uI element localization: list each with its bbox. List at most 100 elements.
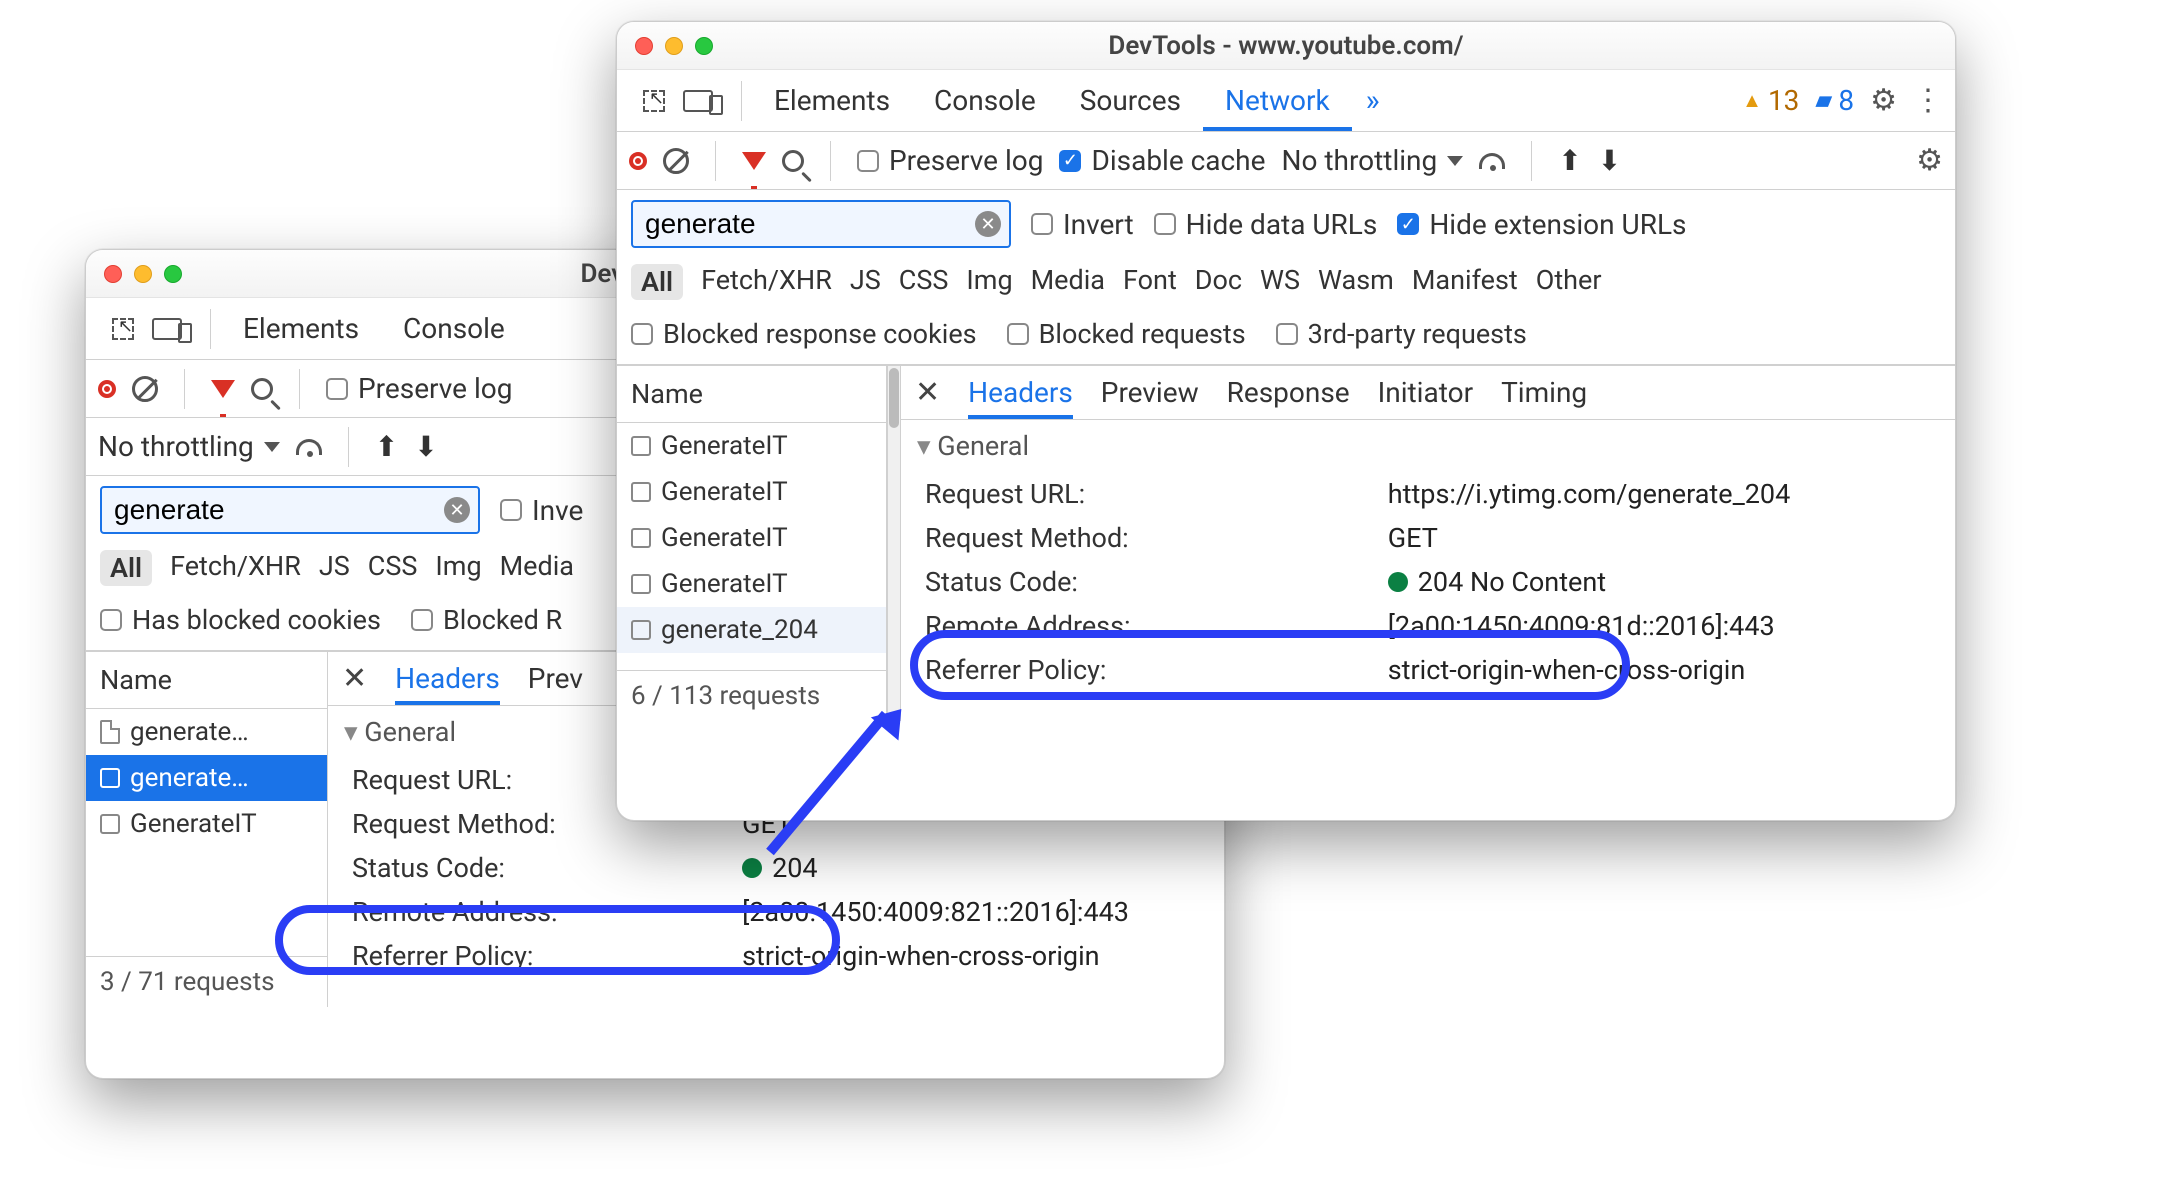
hide-data-urls-checkbox[interactable]: Hide data URLs bbox=[1154, 208, 1378, 241]
tab-timing[interactable]: Timing bbox=[1501, 376, 1587, 409]
chip-img[interactable]: Img bbox=[435, 550, 481, 586]
minimize-window-icon[interactable] bbox=[134, 265, 152, 283]
tab-initiator[interactable]: Initiator bbox=[1378, 376, 1473, 409]
settings-gear-icon[interactable]: ⚙ bbox=[1870, 83, 1897, 118]
search-icon[interactable] bbox=[251, 378, 273, 400]
close-window-icon[interactable] bbox=[104, 265, 122, 283]
warnings-badge[interactable]: 13 bbox=[1742, 84, 1799, 117]
throttling-select[interactable]: No throttling bbox=[1281, 144, 1463, 177]
chip-fetchxhr[interactable]: Fetch/XHR bbox=[701, 264, 832, 300]
titlebar[interactable]: DevTools - www.youtube.com/ bbox=[617, 22, 1955, 70]
blocked-response-cookies-checkbox[interactable]: Blocked response cookies bbox=[631, 318, 977, 350]
close-detail-icon[interactable]: ✕ bbox=[342, 661, 367, 696]
chip-media[interactable]: Media bbox=[1031, 264, 1105, 300]
chip-wasm[interactable]: Wasm bbox=[1318, 264, 1394, 300]
filter-icon[interactable] bbox=[742, 152, 766, 170]
traffic-lights[interactable] bbox=[617, 37, 713, 55]
clear-filter-icon[interactable]: ✕ bbox=[975, 211, 1001, 237]
element-picker-icon[interactable] bbox=[112, 318, 134, 340]
zoom-window-icon[interactable] bbox=[695, 37, 713, 55]
request-row[interactable]: GenerateIT bbox=[86, 801, 327, 847]
filter-input[interactable] bbox=[631, 200, 1011, 248]
tab-elements[interactable]: Elements bbox=[221, 298, 381, 359]
blocked-requests-checkbox[interactable]: Blocked requests bbox=[1007, 318, 1246, 350]
traffic-lights[interactable] bbox=[86, 265, 182, 283]
network-conditions-icon[interactable] bbox=[1479, 153, 1505, 169]
blocked-requests-checkbox[interactable]: Blocked R bbox=[411, 604, 562, 636]
throttling-select[interactable]: No throttling bbox=[98, 430, 280, 463]
tab-overflow[interactable]: » bbox=[1352, 70, 1394, 131]
zoom-window-icon[interactable] bbox=[164, 265, 182, 283]
tab-console[interactable]: Console bbox=[381, 298, 527, 359]
chip-all[interactable]: All bbox=[631, 264, 683, 300]
messages-badge[interactable]: 8 bbox=[1815, 84, 1854, 117]
network-settings-gear-icon[interactable]: ⚙ bbox=[1916, 143, 1943, 178]
list-header-name[interactable]: Name bbox=[617, 366, 886, 423]
chip-js[interactable]: JS bbox=[850, 264, 881, 300]
chip-ws[interactable]: WS bbox=[1260, 264, 1300, 300]
minimize-window-icon[interactable] bbox=[665, 37, 683, 55]
chip-fetchxhr[interactable]: Fetch/XHR bbox=[170, 550, 301, 586]
chip-js[interactable]: JS bbox=[319, 550, 350, 586]
more-menu-icon[interactable]: ⋮ bbox=[1913, 83, 1939, 118]
tab-preview[interactable]: Prev bbox=[528, 662, 583, 695]
tab-headers[interactable]: Headers bbox=[968, 366, 1073, 419]
record-icon[interactable] bbox=[98, 380, 116, 398]
invert-checkbox[interactable]: Invert bbox=[1031, 208, 1134, 241]
general-section-header[interactable]: General bbox=[901, 420, 1955, 472]
tab-response[interactable]: Response bbox=[1227, 376, 1350, 409]
disable-cache-checkbox[interactable]: Disable cache bbox=[1059, 144, 1265, 177]
request-row[interactable]: GenerateIT bbox=[617, 423, 886, 469]
request-row[interactable]: GenerateIT bbox=[617, 561, 886, 607]
chip-all[interactable]: All bbox=[100, 550, 152, 586]
request-row[interactable]: generate… bbox=[86, 755, 327, 801]
close-window-icon[interactable] bbox=[635, 37, 653, 55]
close-detail-icon[interactable]: ✕ bbox=[915, 375, 940, 410]
clear-filter-icon[interactable]: ✕ bbox=[444, 497, 470, 523]
tab-console[interactable]: Console bbox=[912, 70, 1058, 131]
chip-img[interactable]: Img bbox=[966, 264, 1012, 300]
clear-icon[interactable] bbox=[132, 376, 158, 402]
clear-icon[interactable] bbox=[663, 148, 689, 174]
network-conditions-icon[interactable] bbox=[296, 439, 322, 455]
record-icon[interactable] bbox=[629, 152, 647, 170]
chip-manifest[interactable]: Manifest bbox=[1412, 264, 1518, 300]
chip-media[interactable]: Media bbox=[500, 550, 574, 586]
upload-har-icon[interactable]: ⬆ bbox=[1558, 144, 1581, 177]
filter-input[interactable] bbox=[100, 486, 480, 534]
request-row[interactable]: GenerateIT bbox=[617, 515, 886, 561]
request-list[interactable]: Name generate… generate… GenerateIT 3 / … bbox=[86, 652, 328, 1007]
filter-icon[interactable] bbox=[211, 380, 235, 398]
third-party-requests-checkbox[interactable]: 3rd-party requests bbox=[1276, 318, 1527, 350]
request-list[interactable]: Name GenerateIT GenerateIT GenerateIT Ge… bbox=[617, 366, 887, 721]
chip-other[interactable]: Other bbox=[1536, 264, 1602, 300]
upload-har-icon[interactable]: ⬆ bbox=[375, 430, 398, 463]
preserve-log-checkbox[interactable]: Preserve log bbox=[326, 372, 512, 405]
request-row[interactable]: GenerateIT bbox=[617, 469, 886, 515]
tab-sources[interactable]: Sources bbox=[1058, 70, 1203, 131]
chip-css[interactable]: CSS bbox=[368, 550, 418, 586]
chip-css[interactable]: CSS bbox=[899, 264, 949, 300]
scrollbar-thumb[interactable] bbox=[889, 368, 899, 428]
preserve-log-checkbox[interactable]: Preserve log bbox=[857, 144, 1043, 177]
tab-preview[interactable]: Preview bbox=[1101, 376, 1199, 409]
scrollbar-track[interactable] bbox=[887, 366, 901, 721]
tab-headers[interactable]: Headers bbox=[395, 652, 500, 705]
request-row[interactable]: generate… bbox=[86, 709, 327, 755]
tab-network[interactable]: Network bbox=[1203, 70, 1352, 131]
download-har-icon[interactable]: ⬇ bbox=[1598, 144, 1621, 177]
search-icon[interactable] bbox=[782, 150, 804, 172]
request-row[interactable]: generate_204 bbox=[617, 607, 886, 653]
chip-font[interactable]: Font bbox=[1123, 264, 1177, 300]
extra-filter-row: Blocked response cookies Blocked request… bbox=[617, 312, 1955, 365]
invert-checkbox[interactable]: Inve bbox=[500, 494, 583, 527]
tab-elements[interactable]: Elements bbox=[752, 70, 912, 131]
hide-extension-urls-checkbox[interactable]: Hide extension URLs bbox=[1397, 208, 1686, 241]
element-picker-icon[interactable] bbox=[643, 90, 665, 112]
device-toggle-icon[interactable] bbox=[152, 318, 182, 340]
device-toggle-icon[interactable] bbox=[683, 90, 713, 112]
list-header-name[interactable]: Name bbox=[86, 652, 327, 709]
blocked-cookies-checkbox[interactable]: Has blocked cookies bbox=[100, 604, 381, 636]
chip-doc[interactable]: Doc bbox=[1195, 264, 1242, 300]
download-har-icon[interactable]: ⬇ bbox=[414, 430, 437, 463]
